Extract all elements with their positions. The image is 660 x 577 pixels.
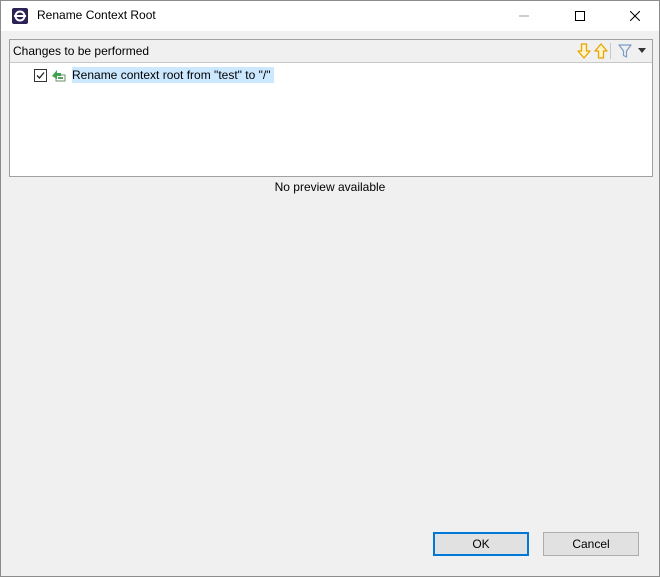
dropdown-chevron-icon xyxy=(638,48,646,53)
toolbar-separator xyxy=(610,43,611,59)
previous-change-arrow-up-icon xyxy=(594,43,608,59)
window-title: Rename Context Root xyxy=(37,8,156,22)
tree-item-rename-context-root[interactable]: Rename context root from "test" to "/" xyxy=(34,66,275,84)
changes-panel-title: Changes to be performed xyxy=(13,44,150,58)
filter-dropdown-button[interactable] xyxy=(633,42,651,60)
preview-message: No preview available xyxy=(274,180,386,194)
close-icon xyxy=(630,11,640,21)
rename-change-icon xyxy=(50,67,66,83)
minimize-icon xyxy=(519,15,529,17)
close-button[interactable] xyxy=(612,1,658,31)
filter-button[interactable] xyxy=(616,42,634,60)
change-label: Rename context root from "test" to "/" xyxy=(72,67,275,83)
filter-icon xyxy=(618,44,632,58)
eclipse-icon xyxy=(12,8,28,24)
minimize-button[interactable] xyxy=(501,1,547,31)
cancel-button[interactable]: Cancel xyxy=(543,532,639,556)
next-change-button[interactable] xyxy=(575,42,593,60)
checkmark-icon xyxy=(36,71,45,79)
rename-context-root-dialog: Rename Context Root Changes to be perfor… xyxy=(0,0,660,577)
next-change-arrow-down-icon xyxy=(577,43,591,59)
maximize-icon xyxy=(575,11,585,21)
changes-panel: Changes to be performed Rename context r… xyxy=(9,39,653,177)
ok-button[interactable]: OK xyxy=(433,532,529,556)
title-bar[interactable]: Rename Context Root xyxy=(1,1,659,31)
previous-change-button[interactable] xyxy=(592,42,610,60)
maximize-button[interactable] xyxy=(557,1,603,31)
change-checkbox[interactable] xyxy=(34,68,47,82)
changes-panel-header: Changes to be performed xyxy=(10,40,652,63)
